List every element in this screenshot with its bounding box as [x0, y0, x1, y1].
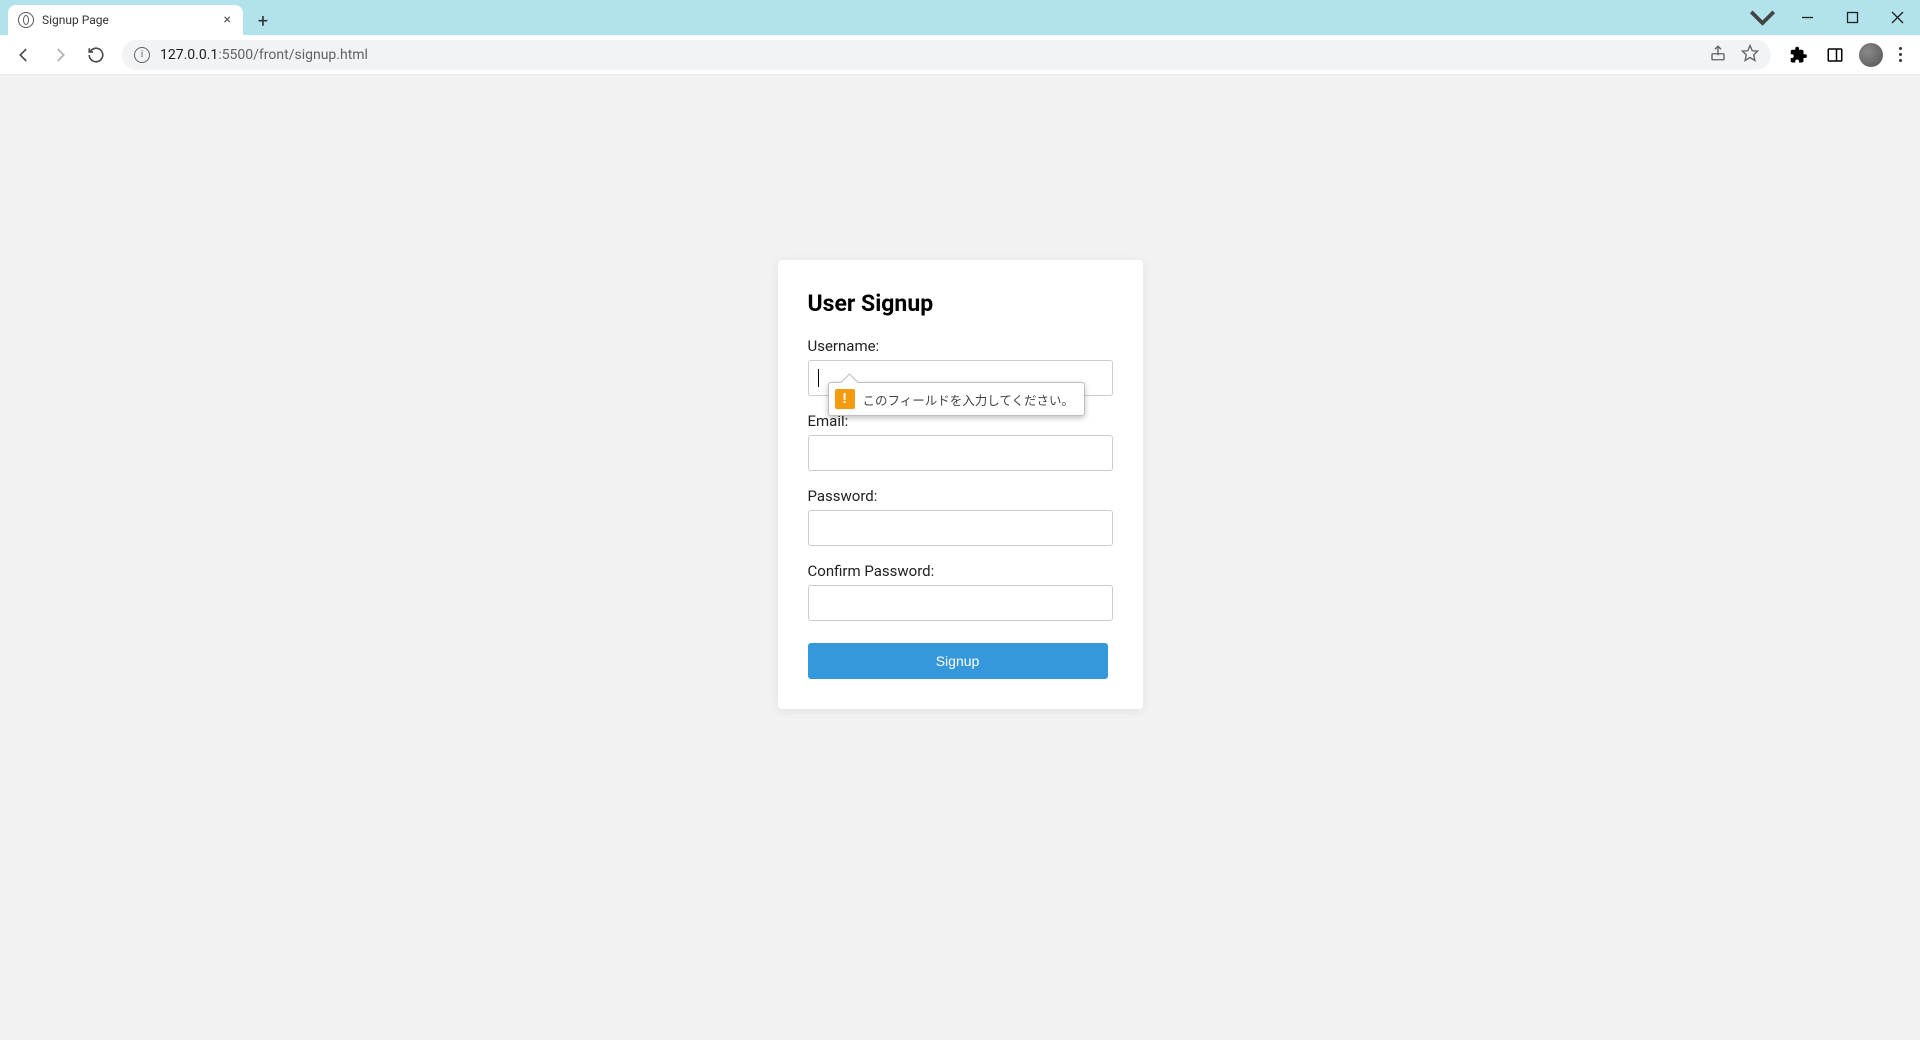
forward-button[interactable] [44, 39, 76, 71]
browser-toolbar: i 127.0.0.1:5500/front/signup.html [0, 35, 1920, 75]
reload-button[interactable] [80, 39, 112, 71]
validation-message: このフィールドを入力してください。 [863, 390, 1075, 409]
validation-tooltip: ! このフィールドを入力してください。 [828, 382, 1086, 416]
toolbar-right [1781, 43, 1912, 67]
page-content: User Signup Username: ! このフィールドを入力してください… [0, 75, 1920, 1040]
confirm-password-label: Confirm Password: [808, 562, 1113, 580]
username-label: Username: [808, 337, 1113, 355]
star-icon[interactable] [1741, 44, 1759, 66]
warning-icon: ! [835, 389, 855, 409]
browser-tab[interactable]: Signup Page × [8, 5, 243, 35]
close-window-button[interactable] [1875, 0, 1920, 35]
password-label: Password: [808, 487, 1113, 505]
profile-avatar[interactable] [1859, 43, 1883, 67]
new-tab-button[interactable]: + [249, 7, 277, 35]
globe-icon [18, 12, 34, 28]
address-bar-actions [1709, 44, 1759, 66]
share-icon[interactable] [1709, 44, 1727, 66]
confirm-password-input[interactable] [808, 585, 1113, 621]
url-text: 127.0.0.1:5500/front/signup.html [160, 47, 368, 63]
chevron-down-icon[interactable] [1740, 0, 1785, 35]
extensions-icon[interactable] [1787, 43, 1811, 67]
signup-card: User Signup Username: ! このフィールドを入力してください… [778, 260, 1143, 709]
panel-icon[interactable] [1823, 43, 1847, 67]
maximize-button[interactable] [1830, 0, 1875, 35]
confirm-password-group: Confirm Password: [808, 562, 1113, 621]
info-icon[interactable]: i [134, 47, 150, 63]
password-input[interactable] [808, 510, 1113, 546]
email-input[interactable] [808, 435, 1113, 471]
text-cursor [818, 369, 819, 387]
signup-button[interactable]: Signup [808, 643, 1108, 679]
form-heading: User Signup [808, 290, 1113, 317]
password-group: Password: [808, 487, 1113, 546]
email-group: Email: [808, 412, 1113, 471]
tab-strip: Signup Page × + [0, 0, 1920, 35]
close-tab-icon[interactable]: × [222, 12, 233, 28]
url-path: :5500/front/signup.html [218, 47, 368, 63]
window-controls [1740, 0, 1920, 35]
minimize-button[interactable] [1785, 0, 1830, 35]
back-button[interactable] [8, 39, 40, 71]
address-bar[interactable]: i 127.0.0.1:5500/front/signup.html [122, 40, 1771, 70]
url-host: 127.0.0.1 [160, 47, 218, 63]
menu-icon[interactable] [1895, 47, 1906, 62]
tab-title: Signup Page [42, 13, 214, 27]
browser-chrome: Signup Page × + [0, 0, 1920, 75]
